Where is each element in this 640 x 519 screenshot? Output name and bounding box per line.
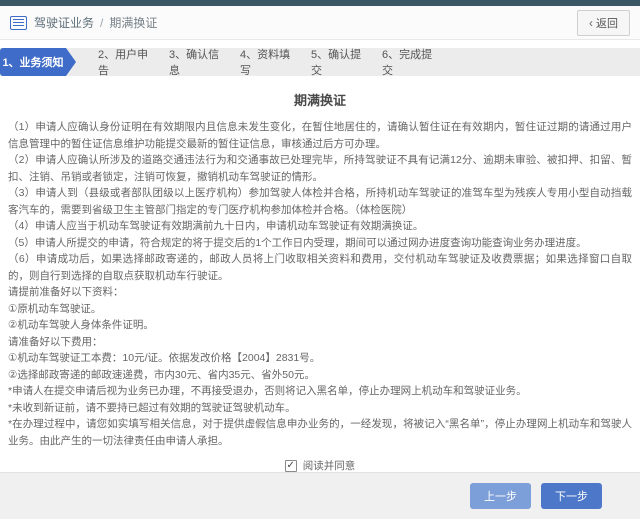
notice-paragraph: ①机动车驾驶证工本费：10元/证。依据发改价格【2004】2831号。 [8,352,321,364]
notice-content: 期满换证 （1）申请人应确认身份证明在有效期限内且信息未发生变化，在暂住地居住的… [0,76,640,472]
wizard-step-bar: 1、业务须知 2、用户申告 3、确认信息 4、资料填写 5、确认提交 6、完成提… [0,48,640,77]
notice-paragraph: （5）申请人所提交的申请，符合规定的将于提交后的1个工作日内受理，期间可以通过网… [8,236,587,249]
notice-paragraph: *在办理过程中，请您如实填写相关信息，对于提供虚假信息申办业务的，一经发现，将被… [8,418,632,447]
step-label: 2、用户申告 [98,49,149,77]
menu-list-icon [10,15,27,30]
agree-label: 阅读并同意 [302,460,356,472]
breadcrumb-separator: / [100,15,104,30]
license-renewal-wizard: 驾驶证业务 / 期满换证 ‹ 返回 1、业务须知 2、用户申告 3、确认信息 4… [0,0,640,519]
notice-paragraph: （6）申请成功后，如果选择邮政寄递的，邮政人员将上门收取相关资料和费用，交付机动… [8,253,632,282]
notice-paragraph: ①原机动车驾驶证。 [8,302,102,315]
page-header: 驾驶证业务 / 期满换证 ‹ 返回 [0,6,640,40]
notice-paragraph: 请提前准备好以下资料： [8,286,124,298]
notice-paragraph: （2）申请人应确认所涉及的道路交通违法行为和交通事故已处理完毕，所持驾驶证不具有… [8,154,632,183]
check-icon: ✓ [286,459,295,471]
notice-paragraph: 请准备好以下费用： [8,335,103,348]
notice-paragraph: ②选择邮政寄递的邮政速递费，市内30元、省内35元、省外50元。 [8,368,315,381]
notice-paragraph: ②机动车驾驶人身体条件证明。 [8,319,154,331]
step-1-business-notice: 1、业务须知 [0,48,66,76]
notice-paragraph: *申请人在提交申请后视为业务已办理，不再接受退办，否则将记入黑名单，停止办理网上… [8,385,527,397]
notice-paragraph: *未收到新证前，请不要持已超过有效期的驾驶证驾驶机动车。 [8,401,296,414]
active-step-arrow [66,48,76,76]
step-label: 3、确认信息 [169,49,220,77]
page-title: 期满换证 [293,93,346,108]
step-5-confirm-submit: 5、确认提交 [297,48,368,77]
wizard-footer: 上一步 下一步 [0,472,640,519]
breadcrumb: 驾驶证业务 / 期满换证 [34,14,157,31]
step-6-complete-submit: 6、完成提交 [368,48,439,77]
breadcrumb-section: 驾驶证业务 [34,16,95,30]
step-label: 4、资料填写 [240,49,291,77]
step-4-fill-data: 4、资料填写 [226,48,297,77]
back-button-label: 返回 [596,17,618,30]
notice-paragraph: （1）申请人应确认身份证明在有效期限内且信息未发生变化，在暂住地居住的，请确认暂… [8,121,632,150]
step-label: 5、确认提交 [311,49,362,77]
step-label: 1、业务须知 [2,57,64,69]
next-step-button[interactable]: 下一步 [541,483,602,509]
agree-checkbox[interactable]: ✓ [284,459,297,472]
back-arrow-icon: ‹ [589,15,593,30]
notice-paragraph: （4）申请人应当于机动车驾驶证有效期满前九十日内，申请机动车驾驶证有效期满换证。 [8,220,424,232]
step-label: 6、完成提交 [382,49,433,77]
agree-row: ✓ 阅读并同意 [8,458,632,472]
back-button[interactable]: ‹ 返回 [577,9,630,36]
step-2-user-declaration: 2、用户申告 [84,48,155,77]
breadcrumb-page: 期满换证 [109,16,158,30]
notice-paragraph: （3）申请人到（县级或者部队团级以上医疗机构）参加驾驶人体检并合格，所持机动车驾… [8,187,632,216]
previous-step-button[interactable]: 上一步 [470,483,531,509]
step-3-confirm-info: 3、确认信息 [155,48,226,77]
